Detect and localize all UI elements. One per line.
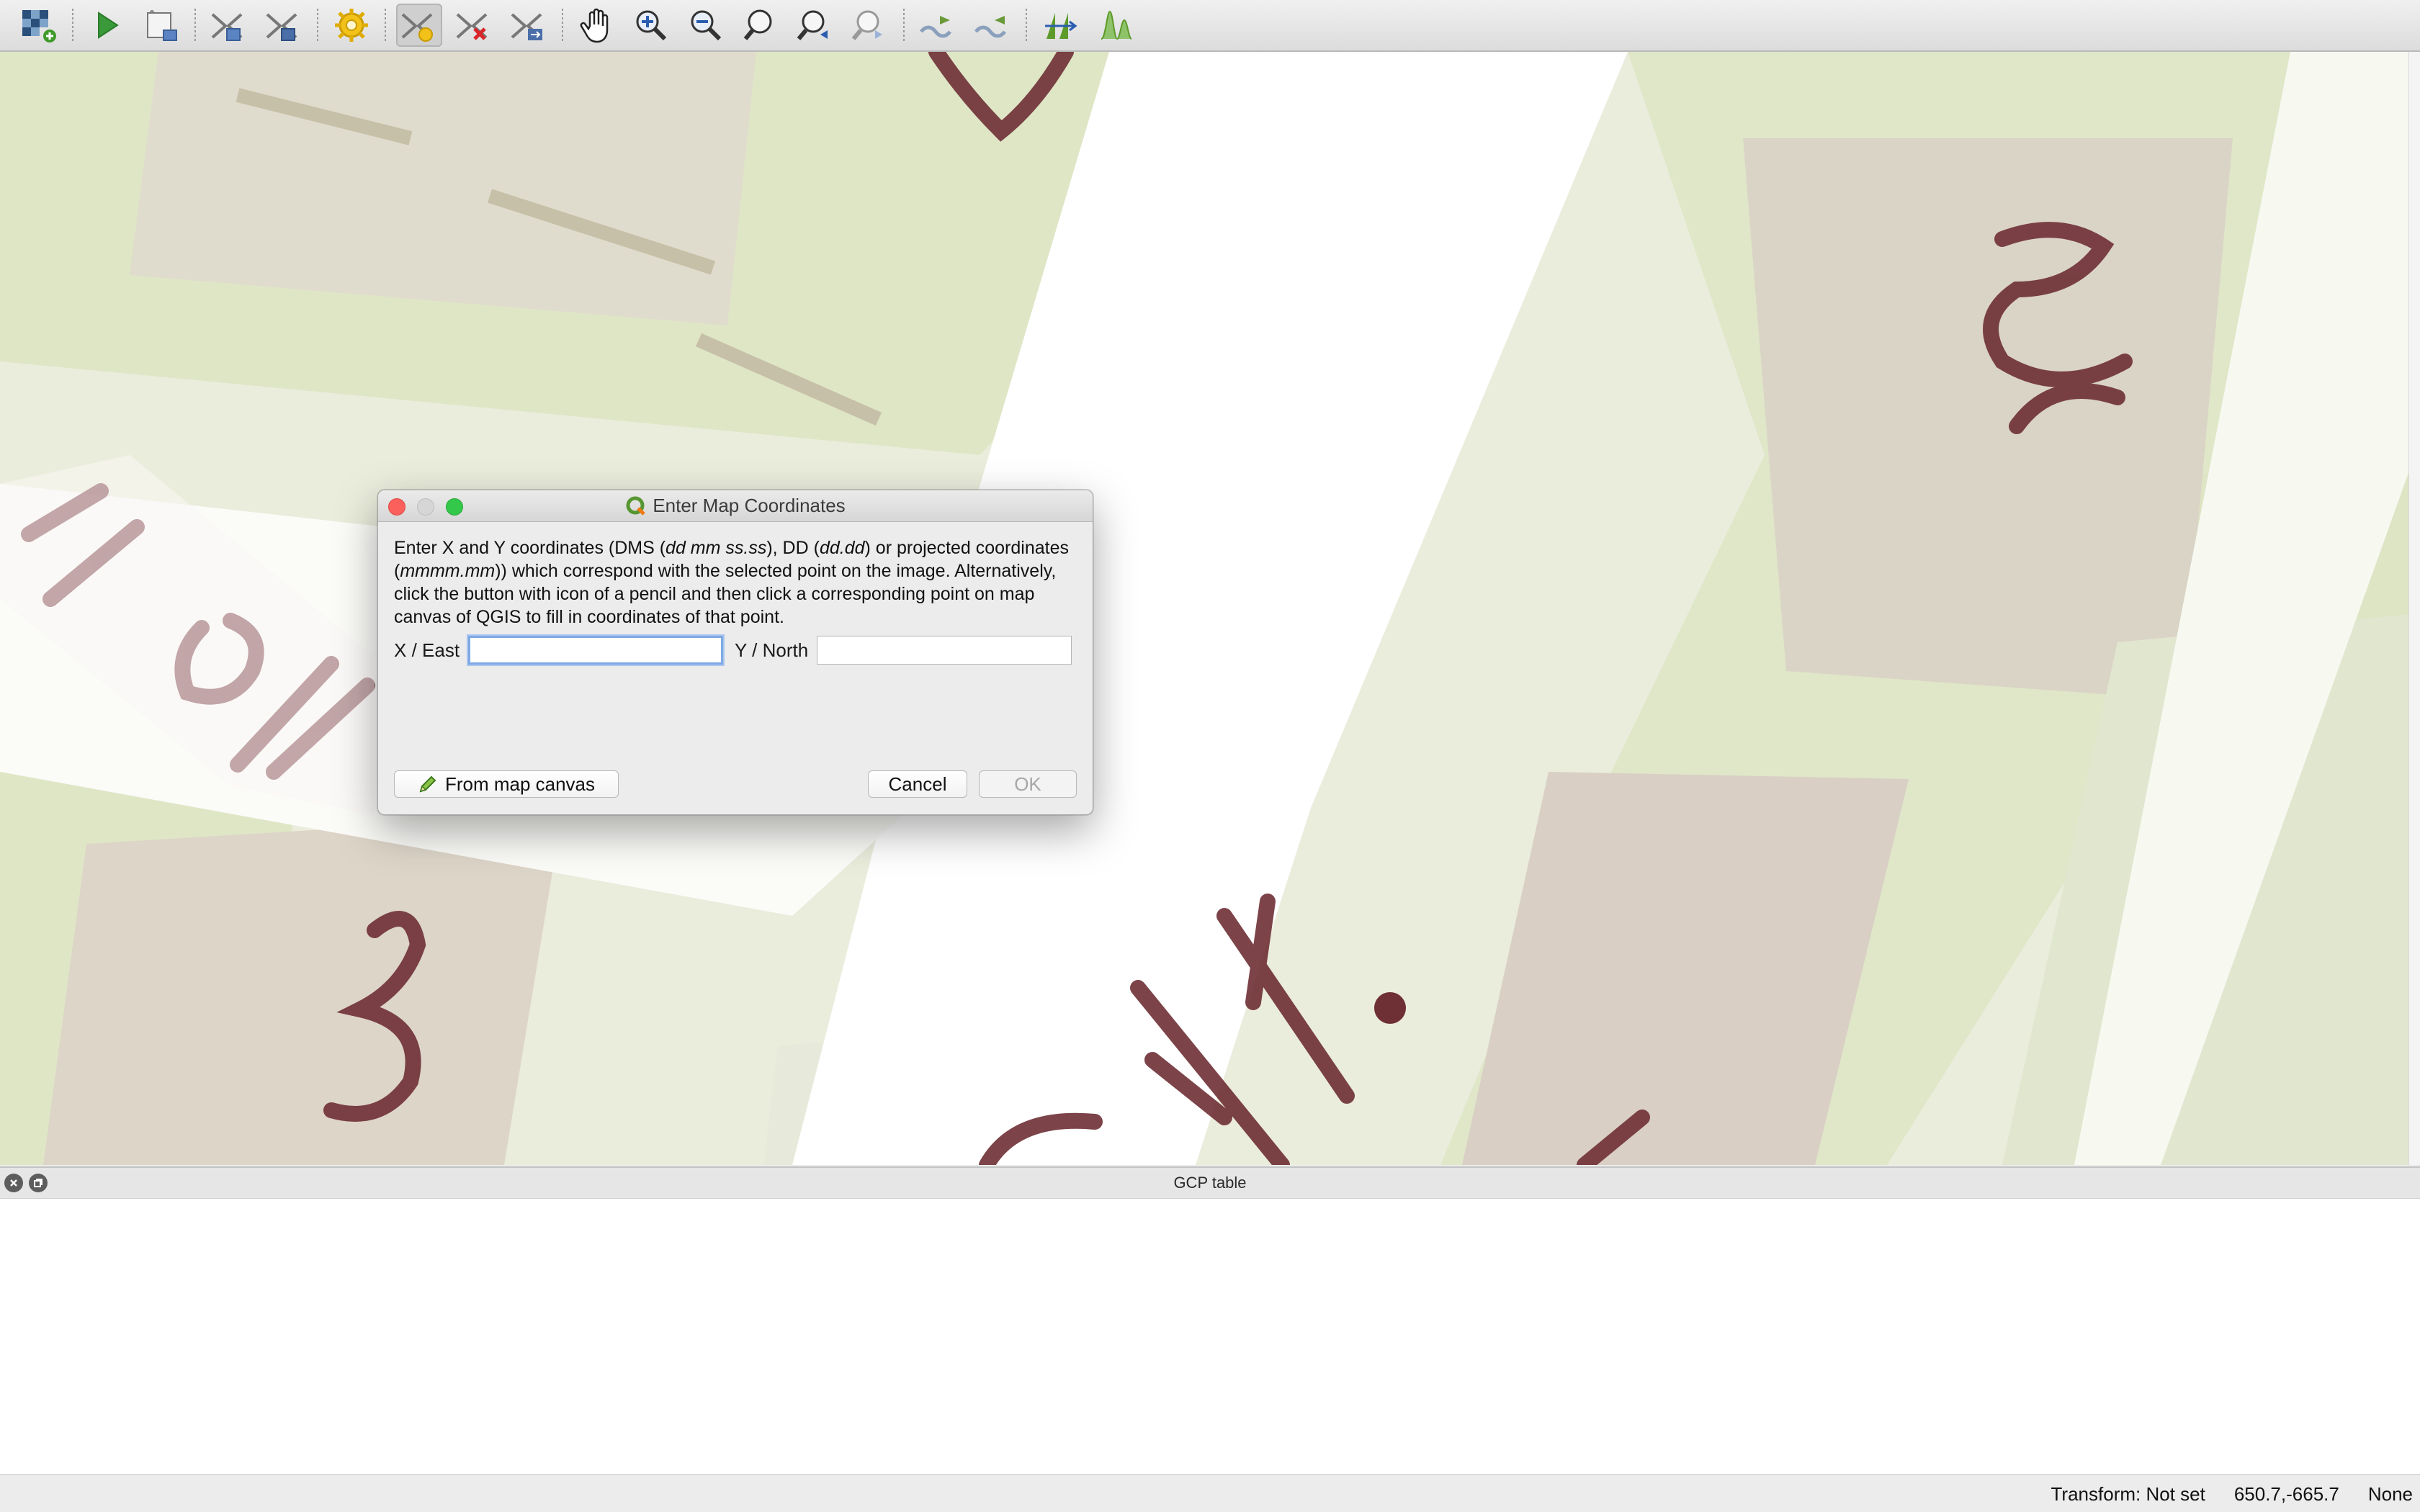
transformation-settings-button[interactable] [328, 4, 375, 47]
open-raster-icon [22, 10, 56, 42]
link-qgis-to-georeferencer-icon [974, 16, 1006, 38]
dialog-title: Enter Map Coordinates [625, 495, 846, 517]
zoom-to-layer-icon [743, 9, 772, 40]
raster-image [0, 52, 2420, 1165]
from-map-canvas-label: From map canvas [444, 773, 596, 795]
link-qgis-to-georeferencer-button[interactable] [969, 4, 1016, 47]
zoom-in-button[interactable] [628, 4, 674, 47]
description-dd-format: dd.dd [819, 538, 865, 558]
float-window-icon [34, 1179, 42, 1187]
add-point-icon [401, 13, 433, 42]
transform-status: Transform: Not set [2051, 1482, 2205, 1505]
toolbar-separator [317, 9, 318, 42]
dialog-button-row: From map canvas Cancel OK [394, 770, 1077, 798]
toolbar-separator [562, 9, 563, 42]
dialog-title-text: Enter Map Coordinates [653, 495, 846, 516]
toolbar-separator [72, 9, 73, 42]
full-histogram-stretch-icon [1045, 13, 1077, 39]
x-east-input[interactable] [468, 636, 724, 665]
delete-point-icon [456, 13, 488, 40]
description-projected-format: mmmm.mm [400, 561, 496, 581]
cancel-button[interactable]: Cancel [868, 770, 967, 798]
save-gcp-points-button[interactable] [261, 4, 307, 47]
zoom-window-button[interactable] [446, 498, 463, 516]
gcp-table-dock-header: GCP table [0, 1166, 2420, 1198]
zoom-out-button[interactable] [683, 4, 729, 47]
link-georeferencer-to-qgis-icon [920, 16, 951, 38]
add-point-button[interactable] [396, 4, 442, 47]
move-gcp-point-button[interactable] [506, 4, 552, 47]
toolbar-separator [385, 9, 386, 42]
full-histogram-stretch-button[interactable] [1037, 4, 1083, 47]
description-text: Enter X and Y coordinates (DMS ( [394, 538, 666, 558]
zoom-in-icon [636, 10, 667, 41]
close-dock-button[interactable] [4, 1174, 23, 1192]
local-histogram-stretch-icon [1101, 10, 1132, 40]
pan-button[interactable] [573, 4, 619, 47]
pan-icon [580, 8, 609, 43]
local-histogram-stretch-button[interactable] [1092, 4, 1138, 47]
dock-controls [4, 1174, 48, 1192]
zoom-last-button[interactable] [792, 4, 838, 47]
save-gcp-points-icon [266, 13, 297, 41]
zoom-next-icon [851, 10, 882, 40]
window-controls [388, 498, 463, 516]
float-dock-button[interactable] [29, 1174, 48, 1192]
ok-button[interactable]: OK [979, 770, 1077, 798]
y-north-label: Y / North [735, 639, 809, 661]
y-north-input[interactable] [817, 636, 1072, 665]
toolbar-separator [194, 9, 196, 42]
zoom-next-button[interactable] [847, 4, 893, 47]
dialog-titlebar[interactable]: Enter Map Coordinates [378, 490, 1093, 522]
x-east-label: X / East [394, 639, 460, 661]
map-vertical-scrollbar[interactable] [2408, 52, 2420, 1165]
open-raster-button[interactable] [16, 4, 62, 47]
toolbar-separator [903, 9, 905, 42]
zoom-to-layer-button[interactable] [738, 4, 784, 47]
load-gcp-points-button[interactable] [206, 4, 252, 47]
generate-gdal-script-button[interactable] [138, 4, 184, 47]
cursor-coordinates: 650.7,-665.7 [2233, 1482, 2339, 1505]
from-map-canvas-button[interactable]: From map canvas [394, 770, 619, 798]
gcp-table[interactable] [0, 1198, 2420, 1475]
generate-gdal-script-icon [147, 10, 177, 41]
crs-status[interactable]: None [2368, 1483, 2413, 1506]
start-georeferencing-icon [98, 12, 119, 39]
qgis-logo-icon [626, 496, 646, 516]
link-georeferencer-to-qgis-button[interactable] [915, 4, 961, 47]
georeferencer-toolbar [0, 0, 2420, 52]
minimize-window-button[interactable] [417, 498, 434, 516]
gcp-table-title: GCP table [1173, 1174, 1247, 1192]
description-text: ), DD ( [766, 538, 820, 558]
transformation-settings-icon [335, 9, 368, 42]
pencil-icon [419, 775, 436, 793]
georeferencer-map-canvas[interactable] [0, 52, 2420, 1165]
delete-point-button[interactable] [451, 4, 497, 47]
move-gcp-point-icon [511, 13, 542, 40]
load-gcp-points-icon [211, 13, 243, 41]
enter-map-coordinates-dialog: Enter Map Coordinates Enter X and Y coor… [377, 490, 1093, 815]
zoom-out-icon [691, 10, 722, 41]
dialog-description: Enter X and Y coordinates (DMS (dd mm ss… [394, 536, 1085, 629]
toolbar-separator [1026, 9, 1027, 42]
coordinates-row: X / East Y / North [394, 634, 1077, 666]
description-dms-format: dd mm ss.ss [666, 538, 767, 558]
status-bar: Transform: Not set 650.7,-665.7 None [0, 1476, 2420, 1512]
close-icon [10, 1179, 17, 1187]
close-window-button[interactable] [388, 498, 405, 516]
zoom-last-icon [797, 10, 828, 40]
start-georeferencing-button[interactable] [84, 4, 130, 47]
